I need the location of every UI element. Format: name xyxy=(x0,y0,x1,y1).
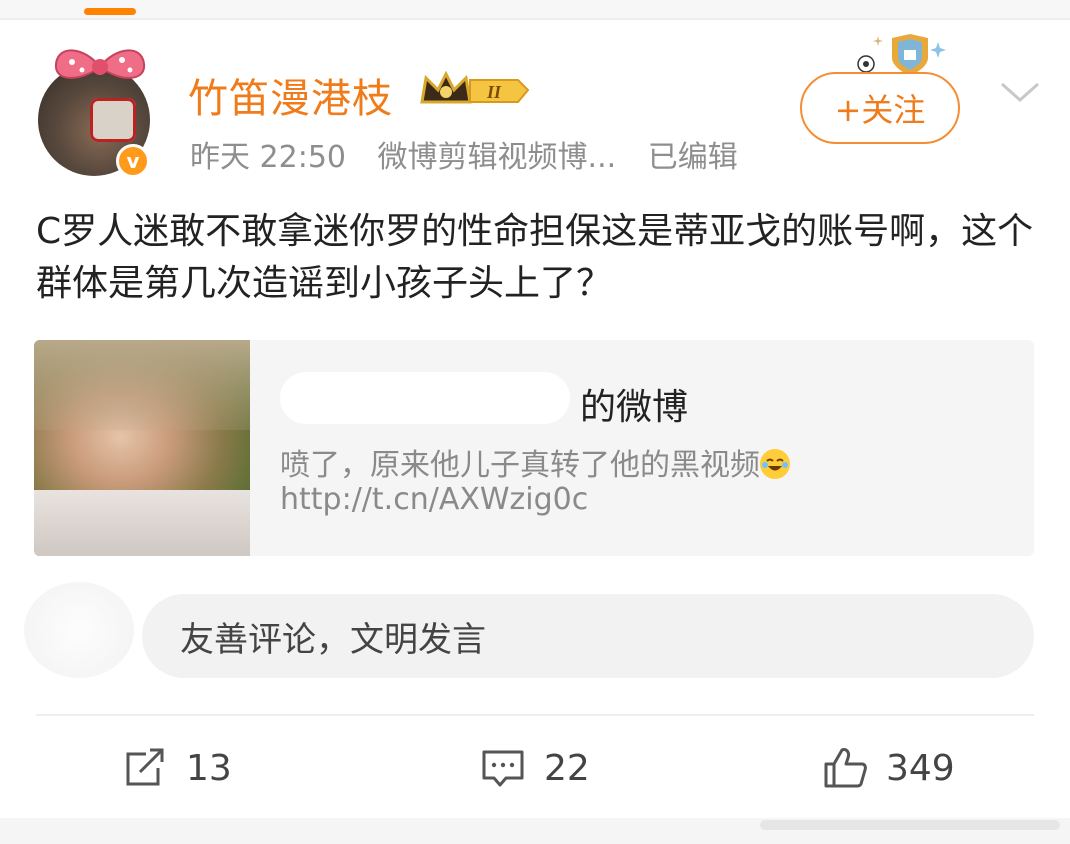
scrollbar[interactable] xyxy=(760,820,1060,830)
bow-icon xyxy=(54,49,146,79)
laugh-cry-emoji-icon xyxy=(760,449,790,479)
quoted-post-text: 喷了，原来他儿子真转了他的黑视频 xyxy=(280,440,790,484)
post-time: 昨天 22:50 xyxy=(190,140,346,175)
level-text: II xyxy=(486,82,502,102)
thumbs-up-icon xyxy=(824,748,867,788)
tab-indicator xyxy=(84,8,136,15)
commenter-avatar xyxy=(24,582,134,678)
author-name[interactable]: 竹笛漫港枝 xyxy=(188,66,393,124)
post-source[interactable]: 微博剪辑视频博... xyxy=(378,140,617,175)
action-divider xyxy=(36,714,1034,716)
quoted-post-body: 喷了，原来他儿子真转了他的黑视频 xyxy=(280,448,760,483)
author-avatar[interactable]: v xyxy=(38,49,150,178)
verified-badge: v xyxy=(116,144,150,178)
redacted-author xyxy=(280,372,570,424)
comment-input[interactable]: 友善评论，文明发言 xyxy=(142,594,1034,678)
crown-level-badge: II xyxy=(420,70,530,104)
repost-count: 13 xyxy=(186,747,232,789)
quoted-post-link[interactable]: http://t.cn/AXWzig0c xyxy=(280,482,588,517)
like-count: 349 xyxy=(886,747,955,789)
comment-button[interactable]: 22 xyxy=(480,740,590,796)
comment-placeholder: 友善评论，文明发言 xyxy=(180,619,486,660)
avatar-picture xyxy=(90,98,136,142)
comment-icon xyxy=(482,750,524,787)
post-meta: 昨天 22:50 微博剪辑视频博... 已编辑 xyxy=(190,132,760,176)
quoted-author-suffix[interactable]: 的微博 xyxy=(580,378,688,430)
like-button[interactable]: 349 xyxy=(822,740,955,796)
edited-label[interactable]: 已编辑 xyxy=(648,140,738,175)
quoted-post-card[interactable]: 的微博 喷了，原来他儿子真转了他的黑视频 http://t.cn/AXWzig0… xyxy=(34,340,1034,556)
top-strip xyxy=(0,0,1070,18)
chevron-down-icon[interactable] xyxy=(998,78,1042,106)
post-text: C罗人迷敢不敢拿迷你罗的性命担保这是蒂亚戈的账号啊，这个群体是第几次造谣到小孩子… xyxy=(36,211,1034,304)
thumbnail-dress xyxy=(34,490,250,556)
thumbnail-hair xyxy=(34,340,250,430)
top-divider xyxy=(0,18,1070,20)
fan-medal-icon xyxy=(857,34,946,76)
repost-icon xyxy=(126,748,164,786)
quoted-post-thumbnail xyxy=(34,340,250,556)
follow-button[interactable]: +关注 xyxy=(800,72,960,144)
repost-button[interactable]: 13 xyxy=(122,740,232,796)
comment-count: 22 xyxy=(544,747,590,789)
